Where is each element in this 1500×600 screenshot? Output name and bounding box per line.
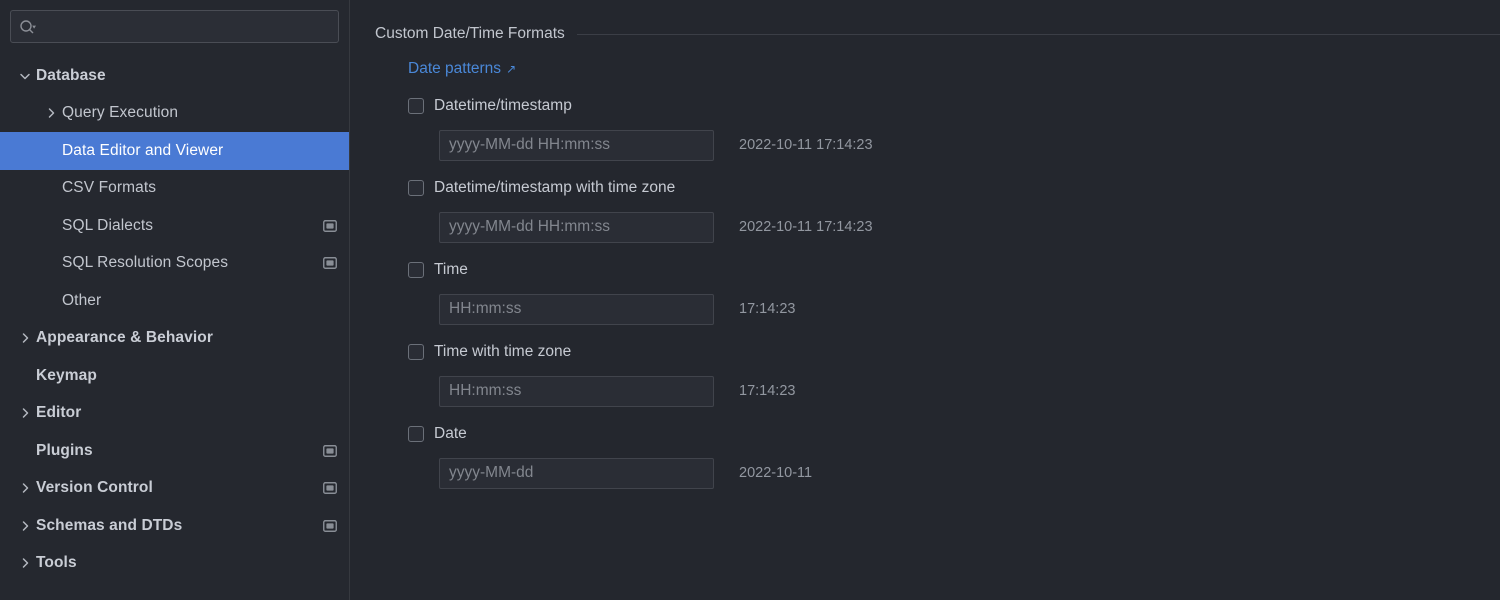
checkbox-datetime-timestamp-with-time-zone[interactable] [408,180,424,196]
search-box[interactable] [10,10,339,43]
chevron-right-icon[interactable] [14,556,36,570]
sidebar-item-label: Database [36,66,106,84]
page-title: Custom Date/Time Formats [375,25,565,42]
checkbox-row-date: Date [408,418,1500,450]
settings-window: Database Query Execution Data Editor and V… [0,0,1500,600]
external-link-icon: ↗ [506,62,517,76]
date-patterns-link-row: Date patterns ↗ [408,60,1500,78]
sidebar-item-data-editor-and-viewer[interactable]: Data Editor and Viewer [0,132,349,170]
sidebar-item-tools[interactable]: Tools [0,545,349,583]
preview-value-time-with-time-zone: 17:14:23 [739,383,796,399]
sidebar-item-label: Plugins [36,441,93,459]
sidebar-item-label: Tools [36,554,77,572]
input-row-time-with-time-zone: 17:14:23 [408,368,1500,414]
checkbox-time[interactable] [408,262,424,278]
sidebar-item-editor[interactable]: Editor [0,395,349,433]
chevron-right-icon[interactable] [14,519,36,533]
checkbox-date[interactable] [408,426,424,442]
sidebar-item-label: SQL Resolution Scopes [62,254,229,272]
checkbox-time-with-time-zone[interactable] [408,344,424,360]
chevron-right-icon[interactable] [40,106,62,120]
field-group-time-with-time-zone: Time with time zone 17:14:23 [408,336,1500,414]
chevron-down-icon[interactable] [14,69,36,83]
sidebar-item-label: Keymap [36,366,97,384]
pattern-input-datetime-timestamp-with-time-zone[interactable] [439,211,714,243]
pattern-input-time-with-time-zone[interactable] [439,375,714,407]
sidebar-item-sql-resolution-scopes[interactable]: SQL Resolution Scopes [0,245,349,283]
pattern-input-datetime-timestamp[interactable] [439,129,714,161]
field-group-time: Time 17:14:23 [408,254,1500,332]
input-row-datetime-timestamp: 2022-10-11 17:14:23 [408,122,1500,168]
pattern-input-time[interactable] [439,293,714,325]
sidebar-item-query-execution[interactable]: Query Execution [0,95,349,133]
sidebar-item-label: SQL Dialects [62,216,154,234]
sidebar-item-plugins[interactable]: Plugins [0,432,349,470]
sidebar-item-label: Editor [36,404,82,422]
checkbox-label-datetime-timestamp-with-time-zone: Datetime/timestamp with time zone [434,179,676,196]
checkbox-row-time-with-time-zone: Time with time zone [408,336,1500,368]
sidebar-item-appearance-behavior[interactable]: Appearance & Behavior [0,320,349,358]
sidebar-item-schemas-and-dtds[interactable]: Schemas and DTDs [0,507,349,545]
sidebar-item-label: Version Control [36,479,153,497]
sidebar-item-label: Schemas and DTDs [36,516,183,534]
sidebar-item-version-control[interactable]: Version Control [0,470,349,508]
preview-value-datetime-timestamp-with-time-zone: 2022-10-11 17:14:23 [739,219,873,235]
checkbox-row-datetime-timestamp: Datetime/timestamp [408,90,1500,122]
field-group-date: Date 2022-10-11 [408,418,1500,496]
search-container [0,0,349,43]
checkbox-label-datetime-timestamp: Datetime/timestamp [434,97,572,114]
sidebar-item-label: Query Execution [62,104,179,122]
format-fields-list: Datetime/timestamp2022-10-11 17:14:23Dat… [408,90,1500,496]
chevron-right-icon[interactable] [14,481,36,495]
sidebar-item-label: Appearance & Behavior [36,329,213,347]
sidebar-item-label: CSV Formats [62,179,157,197]
sidebar-item-database[interactable]: Database [0,57,349,95]
settings-tree: Database Query Execution Data Editor and V… [0,57,349,582]
chevron-right-icon[interactable] [14,406,36,420]
pattern-input-date[interactable] [439,457,714,489]
sidebar-item-csv-formats[interactable]: CSV Formats [0,170,349,208]
preview-value-time: 17:14:23 [739,301,796,317]
checkbox-datetime-timestamp[interactable] [408,98,424,114]
input-row-date: 2022-10-11 [408,450,1500,496]
section-header: Custom Date/Time Formats [350,0,1500,46]
search-input[interactable] [37,18,330,35]
chevron-right-icon[interactable] [14,331,36,345]
settings-sync-badge-icon [323,444,337,457]
input-row-datetime-timestamp-with-time-zone: 2022-10-11 17:14:23 [408,204,1500,250]
settings-sidebar: Database Query Execution Data Editor and V… [0,0,350,600]
preview-value-datetime-timestamp: 2022-10-11 17:14:23 [739,137,873,153]
date-patterns-link[interactable]: Date patterns ↗ [408,60,516,78]
sidebar-item-label: Other [62,291,102,309]
checkbox-row-time: Time [408,254,1500,286]
sidebar-item-label: Data Editor and Viewer [62,141,224,159]
checkbox-label-time: Time [434,261,468,278]
sidebar-item-sql-dialects[interactable]: SQL Dialects [0,207,349,245]
field-group-datetime-timestamp: Datetime/timestamp 2022-10-11 17:14:23 [408,90,1500,168]
date-patterns-link-label: Date patterns [408,60,502,77]
search-icon [19,19,37,35]
settings-content: Date patterns ↗ Datetime/timestamp 2022-1… [350,46,1500,496]
section-divider [576,33,1500,35]
field-group-datetime-timestamp-with-time-zone: Datetime/timestamp with time zone 2022-10… [408,172,1500,250]
sidebar-item-keymap[interactable]: Keymap [0,357,349,395]
preview-value-date: 2022-10-11 [739,465,813,481]
checkbox-label-time-with-time-zone: Time with time zone [434,343,572,360]
settings-sync-badge-icon [323,482,337,495]
settings-sync-badge-icon [323,219,337,232]
input-row-time: 17:14:23 [408,286,1500,332]
checkbox-row-datetime-timestamp-with-time-zone: Datetime/timestamp with time zone [408,172,1500,204]
settings-main-panel: Custom Date/Time Formats Date patterns ↗… [350,0,1500,600]
settings-sync-badge-icon [323,519,337,532]
sidebar-item-other[interactable]: Other [0,282,349,320]
checkbox-label-date: Date [434,425,467,442]
settings-sync-badge-icon [323,257,337,270]
